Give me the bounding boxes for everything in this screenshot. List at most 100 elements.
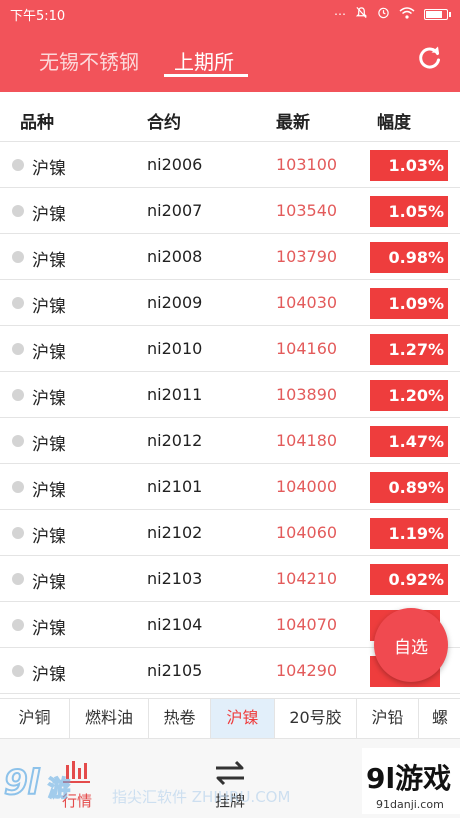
- table-row[interactable]: 沪镍 ni2010 104160 1.27%: [0, 326, 460, 372]
- battery-icon: [424, 8, 451, 20]
- subtab-nickel[interactable]: 沪镍: [211, 699, 275, 738]
- nav-quotes-label: 行情: [61, 792, 92, 810]
- table-row[interactable]: 沪镍 ni2012 104180 1.47%: [0, 418, 460, 464]
- change-badge: 1.09%: [370, 288, 448, 319]
- table-header: 品种 合约 最新 幅度: [0, 92, 460, 142]
- status-dot: [12, 527, 24, 539]
- variety-name: 沪镍: [32, 619, 66, 639]
- change-badge: 1.20%: [370, 380, 448, 411]
- subtab-no20-rubber[interactable]: 20号胶: [275, 699, 357, 738]
- latest-price: 104000: [276, 477, 338, 496]
- variety-name: 沪镍: [32, 665, 66, 685]
- status-dot: [12, 343, 24, 355]
- status-dot: [12, 481, 24, 493]
- table-row[interactable]: 沪镍 ni2007 103540 1.05%: [0, 188, 460, 234]
- variety-name: 沪镍: [32, 527, 66, 547]
- variety-name: 沪镍: [32, 389, 66, 409]
- refresh-icon[interactable]: [416, 44, 444, 72]
- alarm-icon: [377, 6, 390, 22]
- variety-name: 沪镍: [32, 159, 66, 179]
- contract-code: ni2008: [147, 247, 203, 266]
- active-tab-indicator: [164, 74, 248, 77]
- latest-price: 104030: [276, 293, 338, 312]
- tab-shfe[interactable]: 上期所: [174, 46, 234, 75]
- latest-price: 103100: [276, 155, 338, 174]
- change-badge: 0.89%: [370, 472, 448, 503]
- contract-code: ni2105: [147, 661, 203, 680]
- latest-price: 104070: [276, 615, 338, 634]
- status-dot: [12, 573, 24, 585]
- contract-code: ni2104: [147, 615, 203, 634]
- change-badge: 1.03%: [370, 150, 448, 181]
- status-dot: [12, 251, 24, 263]
- contract-code: ni2102: [147, 523, 203, 542]
- favorites-fab-button[interactable]: 自选: [374, 608, 448, 682]
- nav-listing-label: 挂牌: [214, 792, 245, 810]
- bottom-nav: 行情 挂牌: [0, 739, 460, 818]
- column-header-variety: 品种: [20, 113, 54, 133]
- quote-list: 沪镍 ni2006 103100 1.03% 沪镍 ni2007 103540 1.05% …: [0, 142, 460, 694]
- swap-arrows-icon: [210, 759, 250, 787]
- commodity-subtabs: 沪铜 燃料油 热卷 沪镍 20号胶 沪铅 螺: [0, 698, 460, 739]
- variety-name: 沪镍: [32, 297, 66, 317]
- contract-code: ni2012: [147, 431, 203, 450]
- mute-icon: [355, 6, 368, 22]
- subtab-lead[interactable]: 沪铅: [357, 699, 419, 738]
- nav-quotes[interactable]: 行情: [22, 739, 132, 818]
- status-dot: [12, 389, 24, 401]
- status-icons: ⋯: [334, 6, 451, 22]
- subtab-copper[interactable]: 沪铜: [0, 699, 70, 738]
- contract-code: ni2006: [147, 155, 203, 174]
- latest-price: 104180: [276, 431, 338, 450]
- wifi-icon: [399, 6, 415, 22]
- latest-price: 104160: [276, 339, 338, 358]
- column-header-latest: 最新: [276, 113, 310, 133]
- table-row[interactable]: 沪镍 ni2006 103100 1.03%: [0, 142, 460, 188]
- status-dot: [12, 619, 24, 631]
- change-badge: 1.27%: [370, 334, 448, 365]
- change-badge: 0.92%: [370, 564, 448, 595]
- table-row[interactable]: 沪镍 ni2009 104030 1.09%: [0, 280, 460, 326]
- status-dot: [12, 665, 24, 677]
- contract-code: ni2007: [147, 201, 203, 220]
- table-row[interactable]: 沪镍 ni2101 104000 0.89%: [0, 464, 460, 510]
- variety-name: 沪镍: [32, 573, 66, 593]
- subtab-rebar[interactable]: 螺: [419, 699, 460, 738]
- chart-bars-icon: [57, 759, 97, 787]
- nav-listing[interactable]: 挂牌: [175, 739, 285, 818]
- contract-code: ni2011: [147, 385, 203, 404]
- subtab-fuel-oil[interactable]: 燃料油: [70, 699, 149, 738]
- status-bar: 下午5:10 ⋯: [0, 0, 460, 28]
- variety-name: 沪镍: [32, 205, 66, 225]
- more-icon: ⋯: [334, 7, 346, 21]
- change-badge: 0.98%: [370, 242, 448, 273]
- tab-wuxi-stainless-steel[interactable]: 无锡不锈钢: [39, 46, 139, 75]
- contract-code: ni2009: [147, 293, 203, 312]
- latest-price: 104060: [276, 523, 338, 542]
- table-row[interactable]: 沪镍 ni2102 104060 1.19%: [0, 510, 460, 556]
- variety-name: 沪镍: [32, 343, 66, 363]
- column-header-change: 幅度: [377, 113, 411, 133]
- app-header: 下午5:10 ⋯ 无锡不锈钢 上期所: [0, 0, 460, 92]
- column-header-contract: 合约: [147, 113, 181, 133]
- status-dot: [12, 297, 24, 309]
- latest-price: 103540: [276, 201, 338, 220]
- latest-price: 103790: [276, 247, 338, 266]
- contract-code: ni2101: [147, 477, 203, 496]
- status-dot: [12, 205, 24, 217]
- change-badge: 1.19%: [370, 518, 448, 549]
- contract-code: ni2103: [147, 569, 203, 588]
- latest-price: 104290: [276, 661, 338, 680]
- subtab-hot-coil[interactable]: 热卷: [149, 699, 211, 738]
- table-row[interactable]: 沪镍 ni2011 103890 1.20%: [0, 372, 460, 418]
- change-badge: 1.05%: [370, 196, 448, 227]
- latest-price: 104210: [276, 569, 338, 588]
- status-dot: [12, 159, 24, 171]
- table-row[interactable]: 沪镍 ni2008 103790 0.98%: [0, 234, 460, 280]
- variety-name: 沪镍: [32, 435, 66, 455]
- market-tabs: 无锡不锈钢 上期所: [0, 40, 460, 86]
- contract-code: ni2010: [147, 339, 203, 358]
- latest-price: 103890: [276, 385, 338, 404]
- table-row[interactable]: 沪镍 ni2103 104210 0.92%: [0, 556, 460, 602]
- change-badge: 1.47%: [370, 426, 448, 457]
